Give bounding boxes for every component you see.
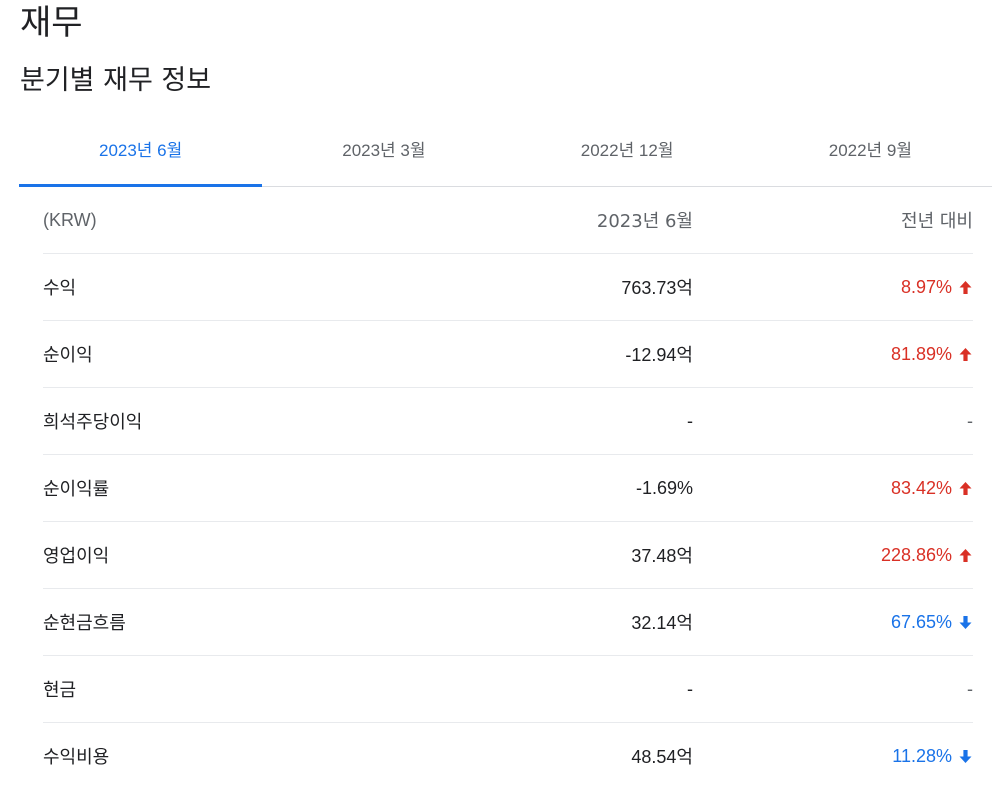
row-change-value: 81.89% (890, 343, 952, 364)
row-change: 8.97% (693, 277, 973, 298)
row-label: 수익비용 (43, 747, 110, 768)
row-value: -1.69% (635, 477, 693, 498)
table-row: 영업이익 37.48억 228.86% (43, 522, 973, 589)
period-header: 2023년 6월 (596, 211, 693, 232)
row-label: 희석주당이익 (43, 412, 143, 433)
row-label: 순이익률 (43, 479, 110, 500)
table-row: 순현금흐름 32.14억 67.65% (43, 589, 973, 656)
row-value: 37.48억 (631, 546, 693, 566)
period-tabs: 2023년 6월 2023년 3월 2022년 12월 2022년 9월 (19, 118, 992, 187)
row-change-value: 83.42% (890, 477, 952, 498)
table-body: 수익 763.73억 8.97% 순이익 -12.94억 81.89% 희석주당이익 - - 순이… (43, 254, 973, 789)
row-change-value: - (967, 410, 973, 431)
row-label: 현금 (43, 680, 77, 701)
table-row: 희석주당이익 - - (43, 388, 973, 455)
arrow-up-icon (958, 548, 973, 563)
row-change: 81.89% (693, 344, 973, 365)
table-row: 현금 - - (43, 656, 973, 723)
row-change: - (693, 411, 973, 432)
row-change-value: 228.86% (880, 544, 952, 565)
row-change-value: 67.65% (890, 611, 952, 632)
row-value: - (687, 678, 693, 699)
row-label: 영업이익 (43, 546, 110, 567)
row-change: 83.42% (693, 478, 973, 499)
row-change: 228.86% (693, 545, 973, 566)
row-change: 67.65% (693, 612, 973, 633)
row-value: -12.94억 (625, 345, 693, 365)
change-header: 전년 대비 (901, 211, 973, 232)
arrow-up-icon (958, 481, 973, 496)
table-row: 수익 763.73억 8.97% (43, 254, 973, 321)
tab-2022-09[interactable]: 2022년 9월 (749, 118, 992, 186)
arrow-up-icon (958, 280, 973, 295)
tab-2023-03[interactable]: 2023년 3월 (262, 118, 505, 186)
tab-2023-06[interactable]: 2023년 6월 (19, 118, 263, 187)
page-title: 재무 (20, 3, 83, 43)
row-change-value: - (967, 678, 973, 699)
row-label: 순이익 (43, 345, 93, 366)
table-row: 순이익률 -1.69% 83.42% (43, 455, 973, 522)
row-change: - (693, 679, 973, 700)
arrow-up-icon (958, 347, 973, 362)
row-label: 수익 (43, 278, 77, 299)
table-row: 수익비용 48.54억 11.28% (43, 723, 973, 789)
table-header: (KRW) 2023년 6월 전년 대비 (43, 187, 973, 254)
section-title: 분기별 재무 정보 (20, 65, 212, 96)
row-value: 32.14억 (631, 613, 693, 633)
arrow-down-icon (958, 615, 973, 630)
row-label: 순현금흐름 (43, 613, 126, 634)
currency-label: (KRW) (43, 209, 97, 230)
row-value: 48.54억 (631, 747, 693, 767)
row-change: 11.28% (693, 746, 973, 767)
arrow-down-icon (958, 749, 973, 764)
tab-2022-12[interactable]: 2022년 12월 (506, 118, 749, 186)
row-value: 763.73억 (621, 278, 693, 298)
row-change-value: 8.97% (900, 276, 952, 297)
row-change-value: 11.28% (892, 745, 952, 766)
row-value: - (687, 410, 693, 431)
financials-table: (KRW) 2023년 6월 전년 대비 수익 763.73억 8.97% 순이익 -1… (43, 187, 973, 789)
table-row: 순이익 -12.94억 81.89% (43, 321, 973, 388)
